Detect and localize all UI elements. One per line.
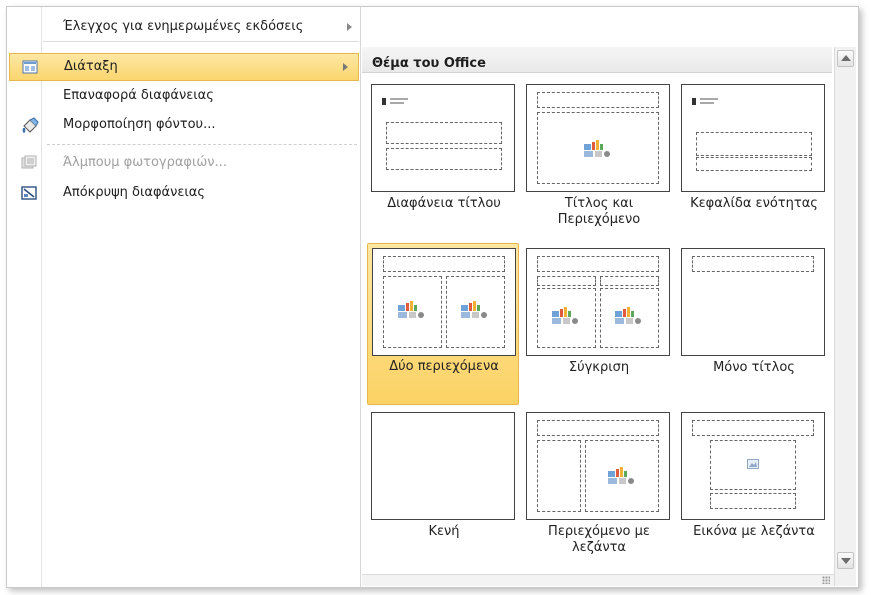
text-placeholder: [696, 157, 812, 171]
content-icons-icon: [584, 140, 610, 157]
title-placeholder: [692, 420, 814, 436]
menu-item-label: Άλμπουμ φωτογραφιών...: [63, 155, 227, 170]
scroll-down-button[interactable]: [837, 552, 854, 569]
layout-title-only[interactable]: Μόνο τίτλος: [677, 247, 829, 405]
layout-name: Μόνο τίτλος: [713, 360, 795, 375]
menu-separator: [47, 144, 357, 145]
layout-thumbnail: [526, 248, 670, 356]
layout-icon: [22, 59, 38, 75]
menu-item-reset-slide[interactable]: Επαναφορά διαφάνειας: [7, 82, 359, 110]
menu-item-photo-album[interactable]: Άλμπουμ φωτογραφιών...: [7, 149, 359, 177]
content-icons-icon: [461, 301, 487, 318]
layout-thumbnail: [371, 412, 515, 520]
title-placeholder: [537, 92, 659, 108]
caption-placeholder: [537, 440, 581, 512]
title-placeholder: [537, 256, 659, 272]
title-placeholder: [383, 256, 505, 272]
layout-two-content[interactable]: Δύο περιεχόμενα: [367, 243, 519, 405]
picture-icon: [747, 459, 759, 469]
menu-item-label: Απόκρυψη διαφάνειας: [63, 185, 206, 200]
layout-picture-with-caption[interactable]: Εικόνα με λεζάντα: [677, 411, 829, 569]
format-background-icon: [21, 117, 39, 133]
menu-item-format-background[interactable]: Μορφοποίηση φόντου...: [7, 111, 359, 139]
layout-name: Περιεχόμενο με λεζάντα: [548, 524, 650, 555]
title-placeholder: [537, 420, 659, 436]
gallery-scrollbar[interactable]: [834, 47, 856, 586]
menu-item-label: Διάταξη: [64, 59, 118, 74]
title-placeholder: [386, 122, 502, 144]
layout-thumbnail: [681, 412, 825, 520]
menu-item-label: Έλεγχος για ενημερωμένες εκδόσεις: [63, 19, 304, 34]
scroll-up-button[interactable]: [837, 50, 854, 67]
gallery-header: Θέμα του Office: [362, 47, 832, 73]
layout-thumbnail: [526, 84, 670, 192]
caption-placeholder: [710, 493, 796, 509]
layout-thumbnail: [372, 248, 516, 356]
context-menu: Έλεγχος για ενημερωμένες εκδόσεις Διάταξ…: [7, 7, 361, 587]
layout-name: Σύγκριση: [568, 360, 630, 375]
layout-title-and-content[interactable]: Τίτλος και Περιεχόμενο: [522, 83, 674, 241]
layout-thumbnail: [681, 84, 825, 192]
layout-name: Εικόνα με λεζάντα: [693, 524, 815, 539]
menu-item-label: Μορφοποίηση φόντου...: [63, 117, 216, 132]
submenu-arrow-icon: [347, 23, 352, 31]
layout-blank[interactable]: Κενή: [367, 411, 519, 569]
menu-item-check-updates[interactable]: Έλεγχος για ενημερωμένες εκδόσεις: [7, 12, 361, 42]
layout-name: Κεφαλίδα ενότητας: [690, 196, 818, 211]
layout-name: Τίτλος και Περιεχόμενο: [557, 196, 641, 227]
layout-name: Δύο περιεχόμενα: [389, 359, 499, 374]
content-icons-icon: [608, 467, 634, 484]
photo-album-icon: [21, 155, 37, 171]
layout-name: Κενή: [428, 524, 460, 539]
content-icons-icon: [615, 307, 641, 324]
title-placeholder: [696, 132, 812, 156]
submenu-arrow-icon: [343, 63, 348, 71]
subtitle-placeholder: [386, 148, 502, 170]
title-placeholder: [692, 256, 814, 272]
left-heading-placeholder: [537, 276, 596, 286]
menu-item-layout[interactable]: Διάταξη: [9, 53, 359, 81]
layout-content-with-caption[interactable]: Περιεχόμενο με λεζάντα: [522, 411, 674, 569]
layout-title-slide[interactable]: Διαφάνεια τίτλου: [367, 83, 519, 241]
resize-grip[interactable]: [362, 574, 834, 586]
layout-comparison[interactable]: Σύγκριση: [522, 247, 674, 405]
hide-slide-icon: [21, 185, 37, 201]
context-menu-window: Έλεγχος για ενημερωμένες εκδόσεις Διάταξ…: [6, 6, 859, 588]
menu-item-label: Επαναφορά διαφάνειας: [63, 88, 214, 103]
layout-thumbnail: [526, 412, 670, 520]
menu-item-hide-slide[interactable]: Απόκρυψη διαφάνειας: [7, 179, 359, 207]
layout-thumbnail: [681, 248, 825, 356]
right-heading-placeholder: [600, 276, 659, 286]
layout-name: Διαφάνεια τίτλου: [387, 196, 501, 211]
resize-grip-icon: [822, 576, 830, 584]
content-icons-icon: [552, 307, 578, 324]
content-icons-icon: [398, 301, 424, 318]
layout-thumbnail: [371, 84, 515, 192]
layout-section-header[interactable]: Κεφαλίδα ενότητας: [677, 83, 829, 241]
